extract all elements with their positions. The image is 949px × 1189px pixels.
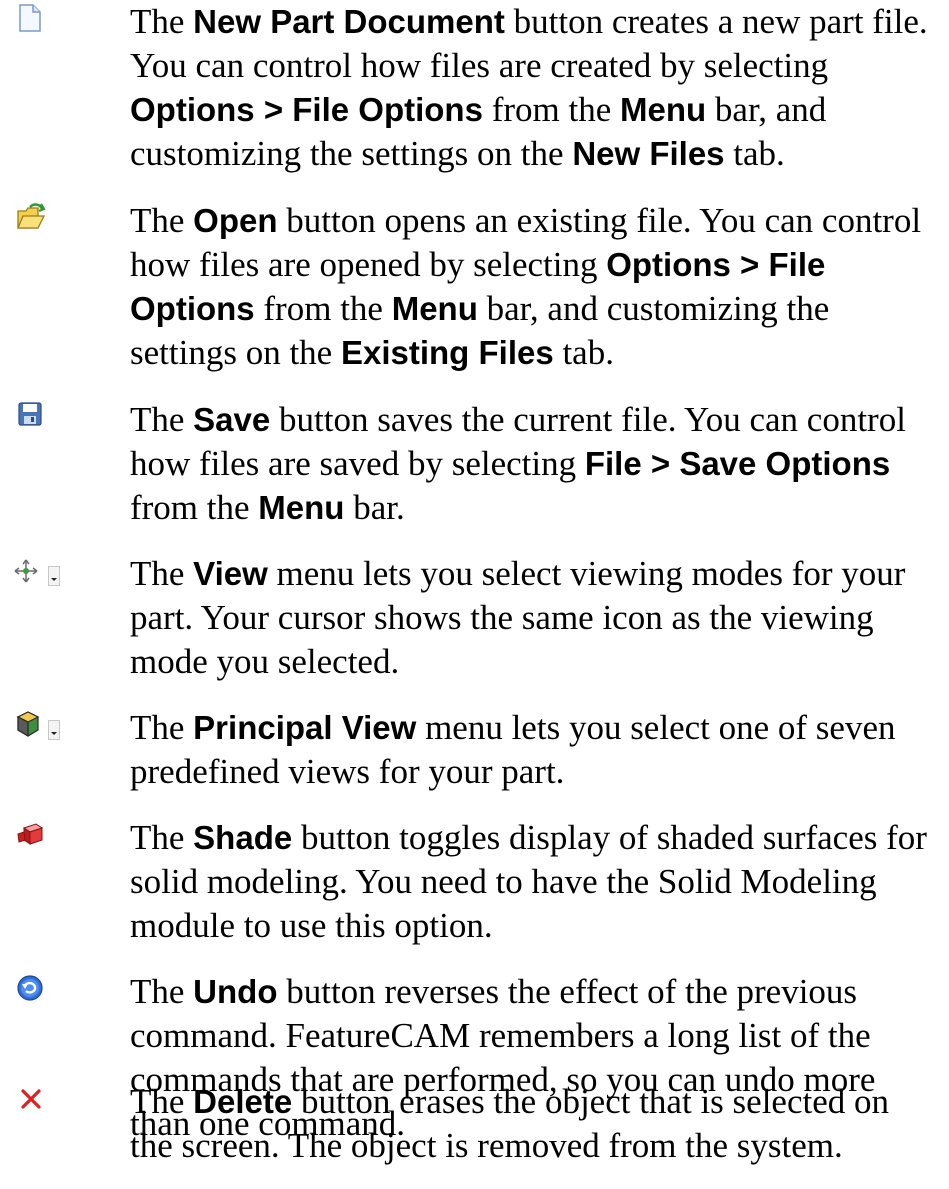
bold-term: Options > File Options [130, 91, 483, 128]
bold-term: New Files [572, 135, 725, 172]
entry-text: The Save button saves the current file. … [130, 398, 935, 530]
bold-term: Open [193, 202, 278, 239]
bold-term: Save [193, 401, 271, 438]
text-run: bar. [344, 488, 405, 527]
bold-term: View [193, 555, 268, 592]
bold-term: New Part Document [193, 3, 505, 40]
text-run: from the [254, 289, 392, 328]
principal-view-icon [14, 710, 42, 740]
bold-term: Menu [619, 91, 707, 128]
text-run: The [130, 708, 194, 747]
entry-text: The New Part Document button creates a n… [130, 0, 935, 176]
open-folder-icon [16, 203, 46, 233]
shade-icon [16, 820, 44, 850]
chevron-down-icon[interactable] [48, 566, 60, 586]
bold-term: Undo [193, 973, 278, 1010]
text-run: tab. [553, 333, 614, 372]
delete-x-icon [20, 1088, 42, 1118]
text-run: tab. [724, 134, 785, 173]
bold-term: Principal View [193, 709, 417, 746]
save-disk-icon [18, 402, 42, 432]
entry-text: The Principal View menu lets you select … [130, 706, 935, 794]
text-run: from the [130, 488, 259, 527]
entry-text: The View menu lets you select viewing mo… [130, 552, 935, 684]
bold-term: Shade [193, 819, 293, 856]
entry-text: The Delete button erases the object that… [130, 1080, 935, 1168]
chevron-down-icon[interactable] [48, 720, 60, 740]
text-run: The [130, 201, 194, 240]
bold-term: Delete [193, 1083, 293, 1120]
bold-term: File > Save Options [584, 445, 891, 482]
bold-term: Menu [391, 290, 478, 327]
text-run: The [130, 818, 194, 857]
text-run: The [130, 972, 194, 1011]
text-run: The [130, 554, 194, 593]
bold-term: Existing Files [340, 334, 554, 371]
text-run: The [130, 2, 194, 41]
view-mode-icon [12, 558, 46, 588]
new-document-icon [18, 4, 42, 34]
undo-icon [16, 974, 44, 1004]
text-run: The [130, 1082, 194, 1121]
text-run: The [130, 400, 194, 439]
text-run: from the [482, 90, 620, 129]
entry-text: The Open button opens an existing file. … [130, 199, 935, 375]
entry-text: The Shade button toggles display of shad… [130, 816, 935, 948]
bold-term: Menu [258, 489, 345, 526]
